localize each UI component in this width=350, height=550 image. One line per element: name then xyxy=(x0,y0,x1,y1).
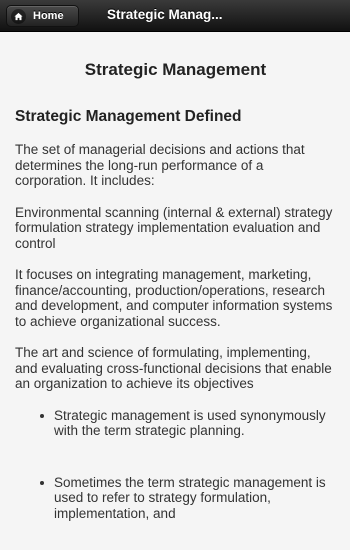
paragraph-art-science: The art and science of formulating, impl… xyxy=(15,345,332,391)
list-item: Strategic management is used synonymousl… xyxy=(40,407,336,439)
home-icon xyxy=(11,8,26,24)
list-item: Sometimes the term strategic management … xyxy=(40,474,336,522)
main-content[interactable]: Strategic Management Strategic Managemen… xyxy=(0,32,350,550)
bullet-dot-icon xyxy=(40,413,44,418)
list-item-text: Strategic management is used synonymousl… xyxy=(54,407,326,439)
home-button-label: Home xyxy=(33,10,64,22)
bullet-dot-icon xyxy=(40,480,44,485)
section-heading: Strategic Management Defined xyxy=(15,108,242,125)
paragraph-definition: The set of managerial decisions and acti… xyxy=(15,142,305,188)
header-title: Strategic Manag... xyxy=(107,7,223,22)
list-item-text: Sometimes the term strategic management … xyxy=(54,474,326,521)
bullet-list: Strategic management is used synonymousl… xyxy=(15,408,336,522)
app-header: Home Strategic Manag... xyxy=(0,0,350,32)
paragraph-includes: Environmental scanning (internal & exter… xyxy=(15,204,333,251)
page-title: Strategic Management xyxy=(84,60,267,79)
home-button[interactable]: Home xyxy=(6,5,79,27)
paragraph-focus: It focuses on integrating management, ma… xyxy=(15,267,333,329)
